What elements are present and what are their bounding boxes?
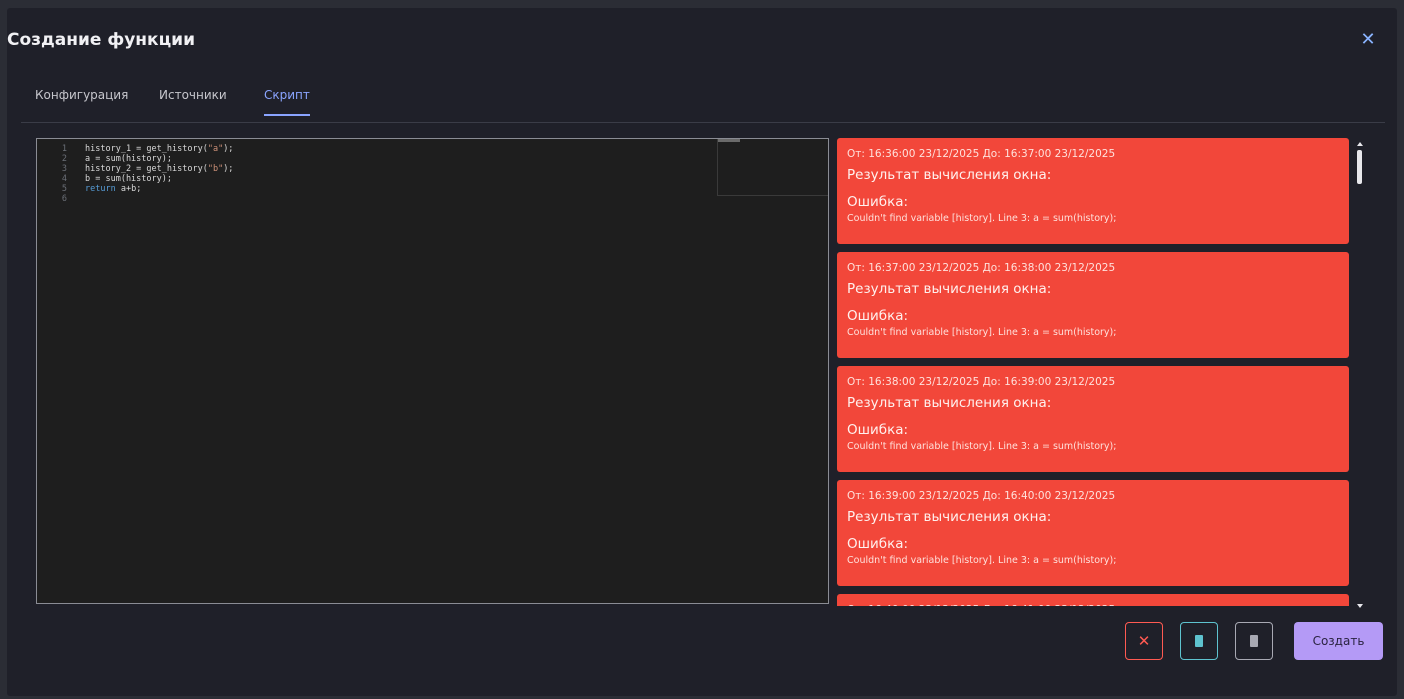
scroll-up-arrow-icon[interactable] — [1357, 142, 1363, 146]
code-token: ); — [223, 164, 234, 174]
result-heading: Результат вычисления окна: — [847, 509, 1052, 525]
close-icon: ✕ — [1137, 632, 1151, 650]
tab-configuration[interactable]: Конфигурация — [35, 88, 128, 114]
error-label: Ошибка: — [847, 536, 909, 552]
line-number: 4 — [61, 174, 67, 184]
code-token: history_2 = get_history( — [85, 164, 208, 174]
code-line[interactable]: 1 history_1 = get_history("a"); — [37, 144, 234, 154]
code-text: history_2 = get_history("b"); — [85, 164, 233, 174]
results-scrollbar[interactable] — [1356, 142, 1364, 608]
result-card: От: 16:40:00 23/12/2025 До: 16:41:00 23/… — [837, 594, 1349, 606]
error-label: Ошибка: — [847, 308, 909, 324]
result-heading: Результат вычисления окна: — [847, 395, 1052, 411]
code-token: return — [85, 184, 116, 194]
result-range: От: 16:38:00 23/12/2025 До: 16:39:00 23/… — [847, 376, 1116, 388]
tabs-bar: Конфигурация Источники Скрипт — [21, 80, 1385, 123]
code-token: "a" — [207, 144, 224, 154]
error-message: Couldn't find variable [history]. Line 3… — [847, 213, 1117, 224]
document-icon — [1250, 635, 1258, 647]
function-dialog: Создание функции ✕ Конфигурация Источник… — [7, 8, 1397, 696]
result-card: От: 16:39:00 23/12/2025 До: 16:40:00 23/… — [837, 480, 1349, 586]
line-number: 1 — [61, 144, 67, 154]
result-card: От: 16:38:00 23/12/2025 До: 16:39:00 23/… — [837, 366, 1349, 472]
code-line[interactable]: 6 — [37, 194, 85, 204]
result-range: От: 16:39:00 23/12/2025 До: 16:40:00 23/… — [847, 490, 1116, 502]
code-line[interactable]: 2 a = sum(history); — [37, 154, 172, 164]
action-button-b[interactable] — [1235, 622, 1273, 660]
result-card: От: 16:36:00 23/12/2025 До: 16:37:00 23/… — [837, 138, 1349, 244]
result-heading: Результат вычисления окна: — [847, 167, 1052, 183]
result-range: От: 16:37:00 23/12/2025 До: 16:38:00 23/… — [847, 262, 1116, 274]
error-label: Ошибка: — [847, 422, 909, 438]
code-line[interactable]: 3 history_2 = get_history("b"); — [37, 164, 234, 174]
code-text: return a+b; — [85, 184, 141, 194]
code-token: "b" — [207, 164, 224, 174]
result-card: От: 16:37:00 23/12/2025 До: 16:38:00 23/… — [837, 252, 1349, 358]
code-token: a = sum(history); — [85, 154, 172, 164]
error-message: Couldn't find variable [history]. Line 3… — [847, 441, 1117, 452]
code-text: history_1 = get_history("a"); — [85, 144, 233, 154]
scroll-down-arrow-icon[interactable] — [1357, 604, 1363, 608]
minimap-viewport[interactable] — [718, 139, 740, 142]
dialog-title: Создание функции — [7, 30, 195, 50]
error-label: Ошибка: — [847, 194, 909, 210]
line-number: 2 — [61, 154, 67, 164]
code-text: b = sum(history); — [85, 174, 172, 184]
code-token: history_1 = get_history( — [85, 144, 208, 154]
create-button[interactable]: Создать — [1294, 622, 1383, 660]
line-number: 3 — [61, 164, 67, 174]
code-token: ); — [223, 144, 234, 154]
code-token: b = sum(history); — [85, 174, 172, 184]
tab-sources[interactable]: Источники — [159, 88, 227, 114]
editor-minimap[interactable] — [717, 139, 828, 196]
result-heading: Результат вычисления окна: — [847, 281, 1052, 297]
tab-script[interactable]: Скрипт — [264, 88, 310, 116]
code-editor[interactable]: 1 history_1 = get_history("a"); 2 a = sum(h… — [36, 138, 829, 604]
code-line[interactable]: 5 return a+b; — [37, 184, 141, 194]
error-message: Couldn't find variable [history]. Line 3… — [847, 555, 1117, 566]
document-icon — [1195, 635, 1203, 647]
line-number: 6 — [61, 194, 67, 204]
code-text: a = sum(history); — [85, 154, 172, 164]
close-icon[interactable]: ✕ — [1357, 28, 1379, 50]
error-message: Couldn't find variable [history]. Line 3… — [847, 327, 1117, 338]
line-number: 5 — [61, 184, 67, 194]
results-list: От: 16:36:00 23/12/2025 До: 16:37:00 23/… — [837, 138, 1349, 606]
result-range: От: 16:36:00 23/12/2025 До: 16:37:00 23/… — [847, 148, 1116, 160]
cancel-button[interactable]: ✕ — [1125, 622, 1163, 660]
result-range: От: 16:40:00 23/12/2025 До: 16:41:00 23/… — [847, 604, 1339, 606]
code-token: a+b; — [115, 184, 142, 194]
code-line[interactable]: 4 b = sum(history); — [37, 174, 172, 184]
scroll-thumb[interactable] — [1357, 150, 1362, 184]
action-button-a[interactable] — [1180, 622, 1218, 660]
